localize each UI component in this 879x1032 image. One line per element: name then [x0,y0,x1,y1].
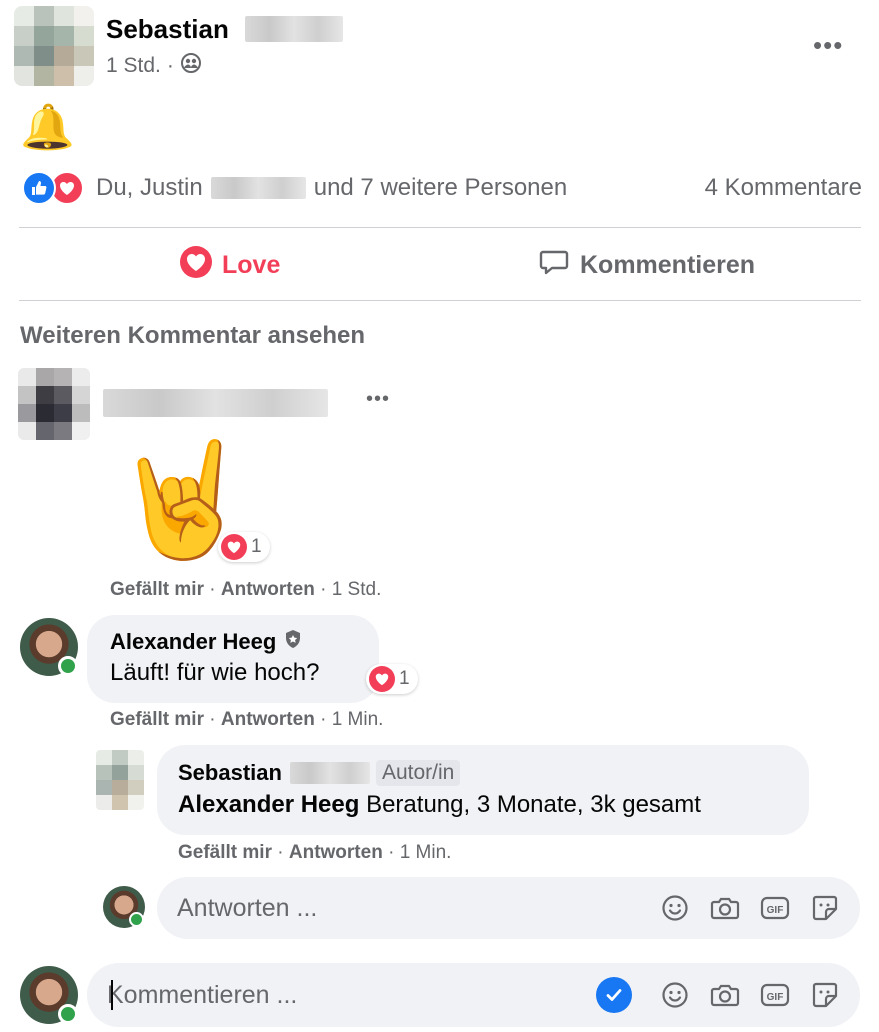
reply-body: Beratung, 3 Monate, 3k gesamt [359,791,701,818]
reaction-count: 1 [251,536,262,557]
comment-options-icon[interactable]: ••• [366,388,390,411]
text-cursor [111,980,113,1010]
sep: · [277,842,284,863]
online-status-dot [58,1004,78,1024]
reply-link[interactable]: Antworten [221,709,315,730]
author-first-name: Sebastian [106,14,229,44]
reply-link[interactable]: Antworten [289,842,383,863]
mention-link[interactable]: Alexander Heeg [178,791,359,818]
reply-text: Alexander Heeg Beratung, 3 Monate, 3k ge… [178,791,701,819]
gif-icon[interactable]: GIF [760,893,790,923]
online-status-dot [58,656,78,676]
svg-text:GIF: GIF [767,905,784,916]
reaction-count: 1 [399,668,410,689]
reply-bubble [157,745,809,835]
sticker-icon[interactable] [810,980,840,1010]
reply-time[interactable]: 1 Min. [400,842,452,863]
post-options-icon[interactable]: ••• [813,30,843,61]
emoji-icon[interactable] [660,980,690,1010]
commenter-avatar-wrap[interactable] [20,618,78,676]
reply-link[interactable]: Antworten [221,579,315,600]
reply-input[interactable] [157,893,640,923]
divider-top [19,227,861,228]
like-link[interactable]: Gefällt mir [178,842,272,863]
reactions-summary: Du, Justin und 7 weitere Personen 4 Komm… [22,168,862,208]
sep: · [320,579,327,600]
gif-icon[interactable]: GIF [760,980,790,1010]
friends-icon [180,52,202,80]
reply-author-lastname-redacted [289,762,370,784]
comment-button[interactable]: Kommentieren [538,246,755,285]
commenter-name[interactable]: Alexander Heeg [110,629,302,655]
camera-icon[interactable] [710,980,740,1010]
reply-actions: Gefällt mir · Antworten · 1 Min. [178,842,451,864]
sep: · [209,579,216,600]
online-status-dot [129,912,144,927]
comment-actions: Gefällt mir · Antworten · 1 Min. [110,709,383,731]
view-more-comments-link[interactable]: Weiteren Kommentar ansehen [20,322,365,350]
comment-input-avatar-wrap [20,966,78,1024]
commenter-avatar[interactable] [18,368,90,440]
reactors-text-a[interactable]: Du, Justin [96,174,203,202]
reply-input-avatar-wrap [103,886,145,928]
comment-time[interactable]: 1 Min. [332,709,384,730]
love-reaction-icon [221,534,247,560]
heart-icon [180,246,212,285]
comment-bubble-icon [538,246,570,285]
commenter-name-text: Alexander Heeg [110,629,277,654]
reply-author-avatar[interactable] [96,750,144,810]
comment-time[interactable]: 1 Std. [332,579,382,600]
commenter-name-redacted[interactable] [103,389,328,417]
like-link[interactable]: Gefällt mir [110,709,204,730]
like-reaction-icon[interactable] [22,171,56,205]
author-avatar[interactable] [14,6,94,86]
check-icon[interactable] [596,977,632,1013]
sep: · [209,709,216,730]
divider-bottom [19,300,861,301]
meta-separator: · [166,54,174,77]
love-button[interactable]: Love [180,246,280,285]
comment-text: Läuft! für wie hoch? [110,659,320,686]
svg-text:GIF: GIF [767,992,784,1003]
reply-author-name: Sebastian [178,760,282,785]
reactor-name-redacted [210,177,306,199]
author-badge: Autor/in [375,760,461,786]
comment-reaction-pill[interactable]: 1 [218,532,270,562]
comment-input[interactable] [87,980,576,1010]
love-reaction-icon [369,666,395,692]
comment-actions: Gefällt mir · Antworten · 1 Std. [110,579,381,601]
post-meta: 1 Std. · [106,52,202,80]
reply-input-box: GIF [157,877,860,939]
reply-author[interactable]: Sebastian Autor/in [178,760,461,786]
like-link[interactable]: Gefällt mir [110,579,204,600]
bell-emoji: 🔔 [20,103,75,152]
comment-input-box: GIF [87,963,860,1027]
comment-label: Kommentieren [580,251,756,279]
sep: · [388,842,395,863]
reactors-text-b[interactable]: und 7 weitere Personen [314,174,568,202]
comments-count[interactable]: 4 Kommentare [705,174,862,202]
author-last-name-redacted [245,16,343,42]
sep: · [320,709,327,730]
post-author-name[interactable]: Sebastian [106,14,229,45]
love-label: Love [222,251,281,279]
post-time[interactable]: 1 Std. [106,54,161,78]
emoji-icon[interactable] [660,893,690,923]
comment-reaction-pill[interactable]: 1 [366,664,418,694]
admin-shield-icon [284,629,302,655]
camera-icon[interactable] [710,893,740,923]
sticker-icon[interactable] [810,893,840,923]
